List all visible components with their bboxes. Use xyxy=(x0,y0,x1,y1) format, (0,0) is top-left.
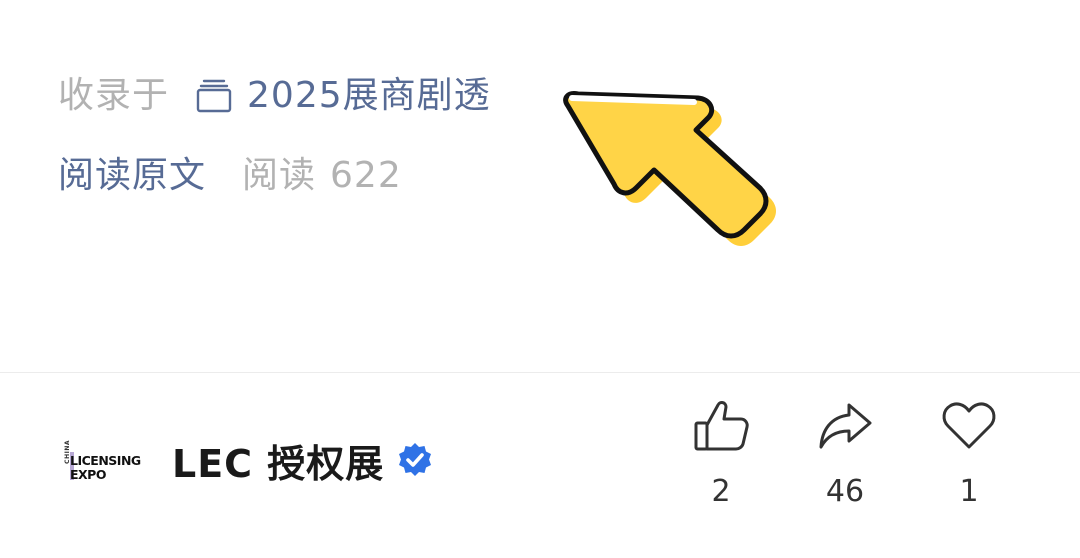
like-button[interactable]: 2 xyxy=(676,396,766,516)
share-count: 46 xyxy=(825,474,865,509)
verified-badge-icon xyxy=(396,441,434,479)
read-count-label: 阅读 xyxy=(242,155,317,196)
account-profile[interactable]: CHINA LICENSING EXPO LEC 授权展 xyxy=(64,420,434,500)
collection-row: 收录于 2025展商剧透 xyxy=(58,68,491,124)
favorite-button[interactable]: 1 xyxy=(924,396,1014,516)
logo-licensing-text: LICENSING xyxy=(70,453,141,468)
collection-name: 2025展商剧透 xyxy=(247,75,491,116)
like-count: 2 xyxy=(711,474,731,509)
collection-link[interactable]: 2025展商剧透 xyxy=(195,68,491,124)
read-count-value: 622 xyxy=(330,155,402,196)
favorite-count: 1 xyxy=(959,474,979,509)
article-footer-screen: 收录于 2025展商剧透 阅读原文 阅读 622 CHINA LICENSING… xyxy=(0,0,1080,558)
collected-prefix-label: 收录于 xyxy=(58,75,170,116)
thumbs-up-icon xyxy=(691,396,751,456)
account-name: LEC 授权展 xyxy=(172,441,385,486)
article-actions: 2 46 1 xyxy=(680,396,1020,526)
read-row: 阅读原文 阅读 622 xyxy=(58,148,402,204)
read-count: 阅读 622 xyxy=(242,148,402,204)
pointer-arrow-icon xyxy=(563,91,776,246)
share-button[interactable]: 46 xyxy=(800,396,890,516)
read-original-link[interactable]: 阅读原文 xyxy=(58,148,206,204)
heart-icon xyxy=(939,396,999,456)
divider xyxy=(0,372,1080,373)
collection-stack-icon xyxy=(195,76,233,116)
share-arrow-icon xyxy=(815,396,875,456)
account-logo: CHINA LICENSING EXPO xyxy=(64,432,142,488)
logo-expo-text: EXPO xyxy=(70,467,106,482)
